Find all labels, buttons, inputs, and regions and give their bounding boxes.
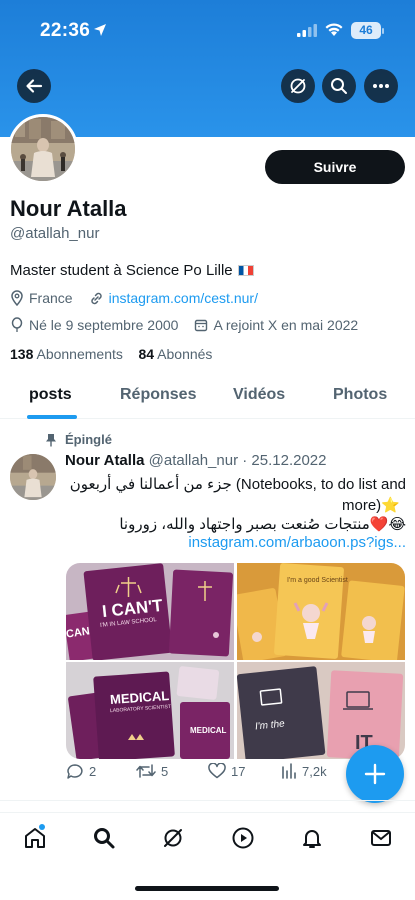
search-icon	[331, 78, 347, 94]
tweet-author-name[interactable]: Nour Atalla	[65, 452, 144, 469]
tweet-text-line-1: جزء من أعمالنا في أربعون (Notebooks, to …	[69, 476, 406, 493]
active-tab-indicator	[27, 415, 77, 419]
status-bar: 22:36 46	[0, 18, 415, 46]
tweet-text-line-3: منتجات صُنعت بصبر واجتهاد والله، زورونا❤…	[119, 516, 406, 533]
pin-icon	[46, 433, 56, 446]
reply-button[interactable]: 2	[66, 763, 96, 780]
signal-icon	[297, 24, 317, 42]
calendar-icon	[195, 319, 208, 332]
profile-meta-location-row: France instagram.com/cest.nur/	[10, 290, 258, 306]
tweet-date[interactable]: · 25.12.2022	[242, 452, 326, 469]
tweet-text-line-2: more)⭐	[342, 497, 400, 514]
reply-icon	[67, 764, 83, 779]
balloon-icon	[11, 317, 23, 332]
tab-replies[interactable]: Réponses	[120, 386, 196, 404]
grok-button[interactable]	[281, 69, 315, 103]
profile-avatar[interactable]	[8, 114, 78, 184]
reply-count: 2	[89, 764, 97, 779]
status-time: 22:36	[40, 20, 91, 41]
heart-icon	[208, 763, 226, 779]
profile-location: France	[29, 290, 73, 306]
nav-video[interactable]	[230, 825, 256, 851]
image-2-caption: I'm a good Scientist	[287, 577, 348, 584]
search-button[interactable]	[322, 69, 356, 103]
followers-label: Abonnés	[157, 346, 213, 362]
tab-videos[interactable]: Vidéos	[233, 386, 285, 404]
like-button[interactable]: 17	[208, 763, 245, 779]
nav-grok[interactable]	[160, 825, 186, 851]
retweet-icon	[136, 764, 156, 778]
following-count: 138	[10, 346, 34, 362]
tweet-actions: 2 5 17 7,2k	[66, 763, 366, 783]
notifications-icon	[303, 830, 321, 848]
more-button[interactable]	[364, 69, 398, 103]
content-divider	[0, 800, 415, 801]
nav-messages[interactable]	[368, 825, 394, 851]
profile-meta-dates-row: Né le 9 septembre 2000 A rejoint X en ma…	[10, 317, 358, 333]
tab-photos[interactable]: Photos	[333, 386, 387, 404]
tweet-media-grid[interactable]: I CAN'T I'M IN LAW SCHOOL CAN I'm a good…	[66, 563, 405, 759]
pinned-label: Épinglé	[65, 432, 112, 447]
grok-icon	[164, 829, 182, 847]
home-notification-dot	[39, 824, 45, 830]
battery-tip	[382, 28, 384, 34]
tweet-image-2[interactable]: I'm a good Scientist	[237, 563, 405, 660]
profile-joined: A rejoint X en mai 2022	[213, 317, 359, 333]
profile-bio: Master student à Science Po Lille	[10, 262, 254, 279]
following-label: Abonnements	[36, 346, 123, 362]
search-icon	[94, 828, 115, 849]
compose-button[interactable]	[346, 745, 404, 803]
views-count: 7,2k	[302, 763, 327, 779]
arrow-left-icon	[26, 79, 43, 93]
messages-icon	[371, 830, 391, 846]
tweet-author-avatar[interactable]	[10, 454, 56, 500]
location-arrow-icon	[93, 23, 107, 42]
tweet-header: Nour Atalla @atallah_nur · 25.12.2022	[65, 452, 327, 469]
profile-name: Nour Atalla	[10, 196, 127, 221]
plus-icon	[364, 763, 386, 785]
home-indicator	[135, 886, 279, 891]
follow-button[interactable]: Suivre	[265, 150, 405, 184]
views-button[interactable]: 7,2k	[281, 763, 327, 779]
profile-birthday: Né le 9 septembre 2000	[29, 317, 179, 333]
followers-link[interactable]: 84 Abonnés	[138, 346, 212, 362]
location-pin-icon	[11, 290, 23, 306]
tab-posts[interactable]: posts	[29, 386, 72, 404]
bio-text: Master student à Science Po Lille	[10, 262, 233, 279]
followers-count: 84	[138, 346, 155, 362]
nav-notifications[interactable]	[299, 825, 325, 851]
wifi-icon	[324, 22, 344, 42]
views-chart-icon	[282, 763, 296, 779]
profile-handle: @atallah_nur	[10, 225, 100, 242]
grok-icon	[290, 78, 306, 94]
tweet-image-3[interactable]: MEDICAL LABORATORY SCIENTIST MEDICAL	[66, 662, 234, 759]
tweet-author-handle[interactable]: @atallah_nur	[149, 452, 238, 469]
link-icon	[90, 292, 102, 304]
profile-counts: 138 Abonnements 84 Abonnés	[10, 346, 212, 362]
video-icon	[232, 827, 254, 849]
profile-website-link[interactable]: instagram.com/cest.nur/	[109, 290, 258, 306]
tweet-link[interactable]: instagram.com/arbaoon.ps?igs...	[66, 534, 406, 551]
tweet-image-1[interactable]: I CAN'T I'M IN LAW SCHOOL CAN	[66, 563, 234, 660]
profile-tabs: posts Réponses Vidéos Photos	[0, 377, 415, 419]
more-icon	[373, 84, 389, 88]
nav-search[interactable]	[91, 825, 117, 851]
france-flag-icon	[237, 265, 254, 276]
retweet-button[interactable]: 5	[136, 763, 168, 779]
image-3-side-caption: MEDICAL	[190, 726, 227, 735]
battery-icon: 46	[351, 22, 381, 39]
pinned-indicator: Épinglé	[45, 432, 112, 447]
back-button[interactable]	[17, 69, 51, 103]
retweet-count: 5	[161, 763, 169, 779]
following-link[interactable]: 138 Abonnements	[10, 346, 123, 362]
like-count: 17	[231, 763, 246, 779]
